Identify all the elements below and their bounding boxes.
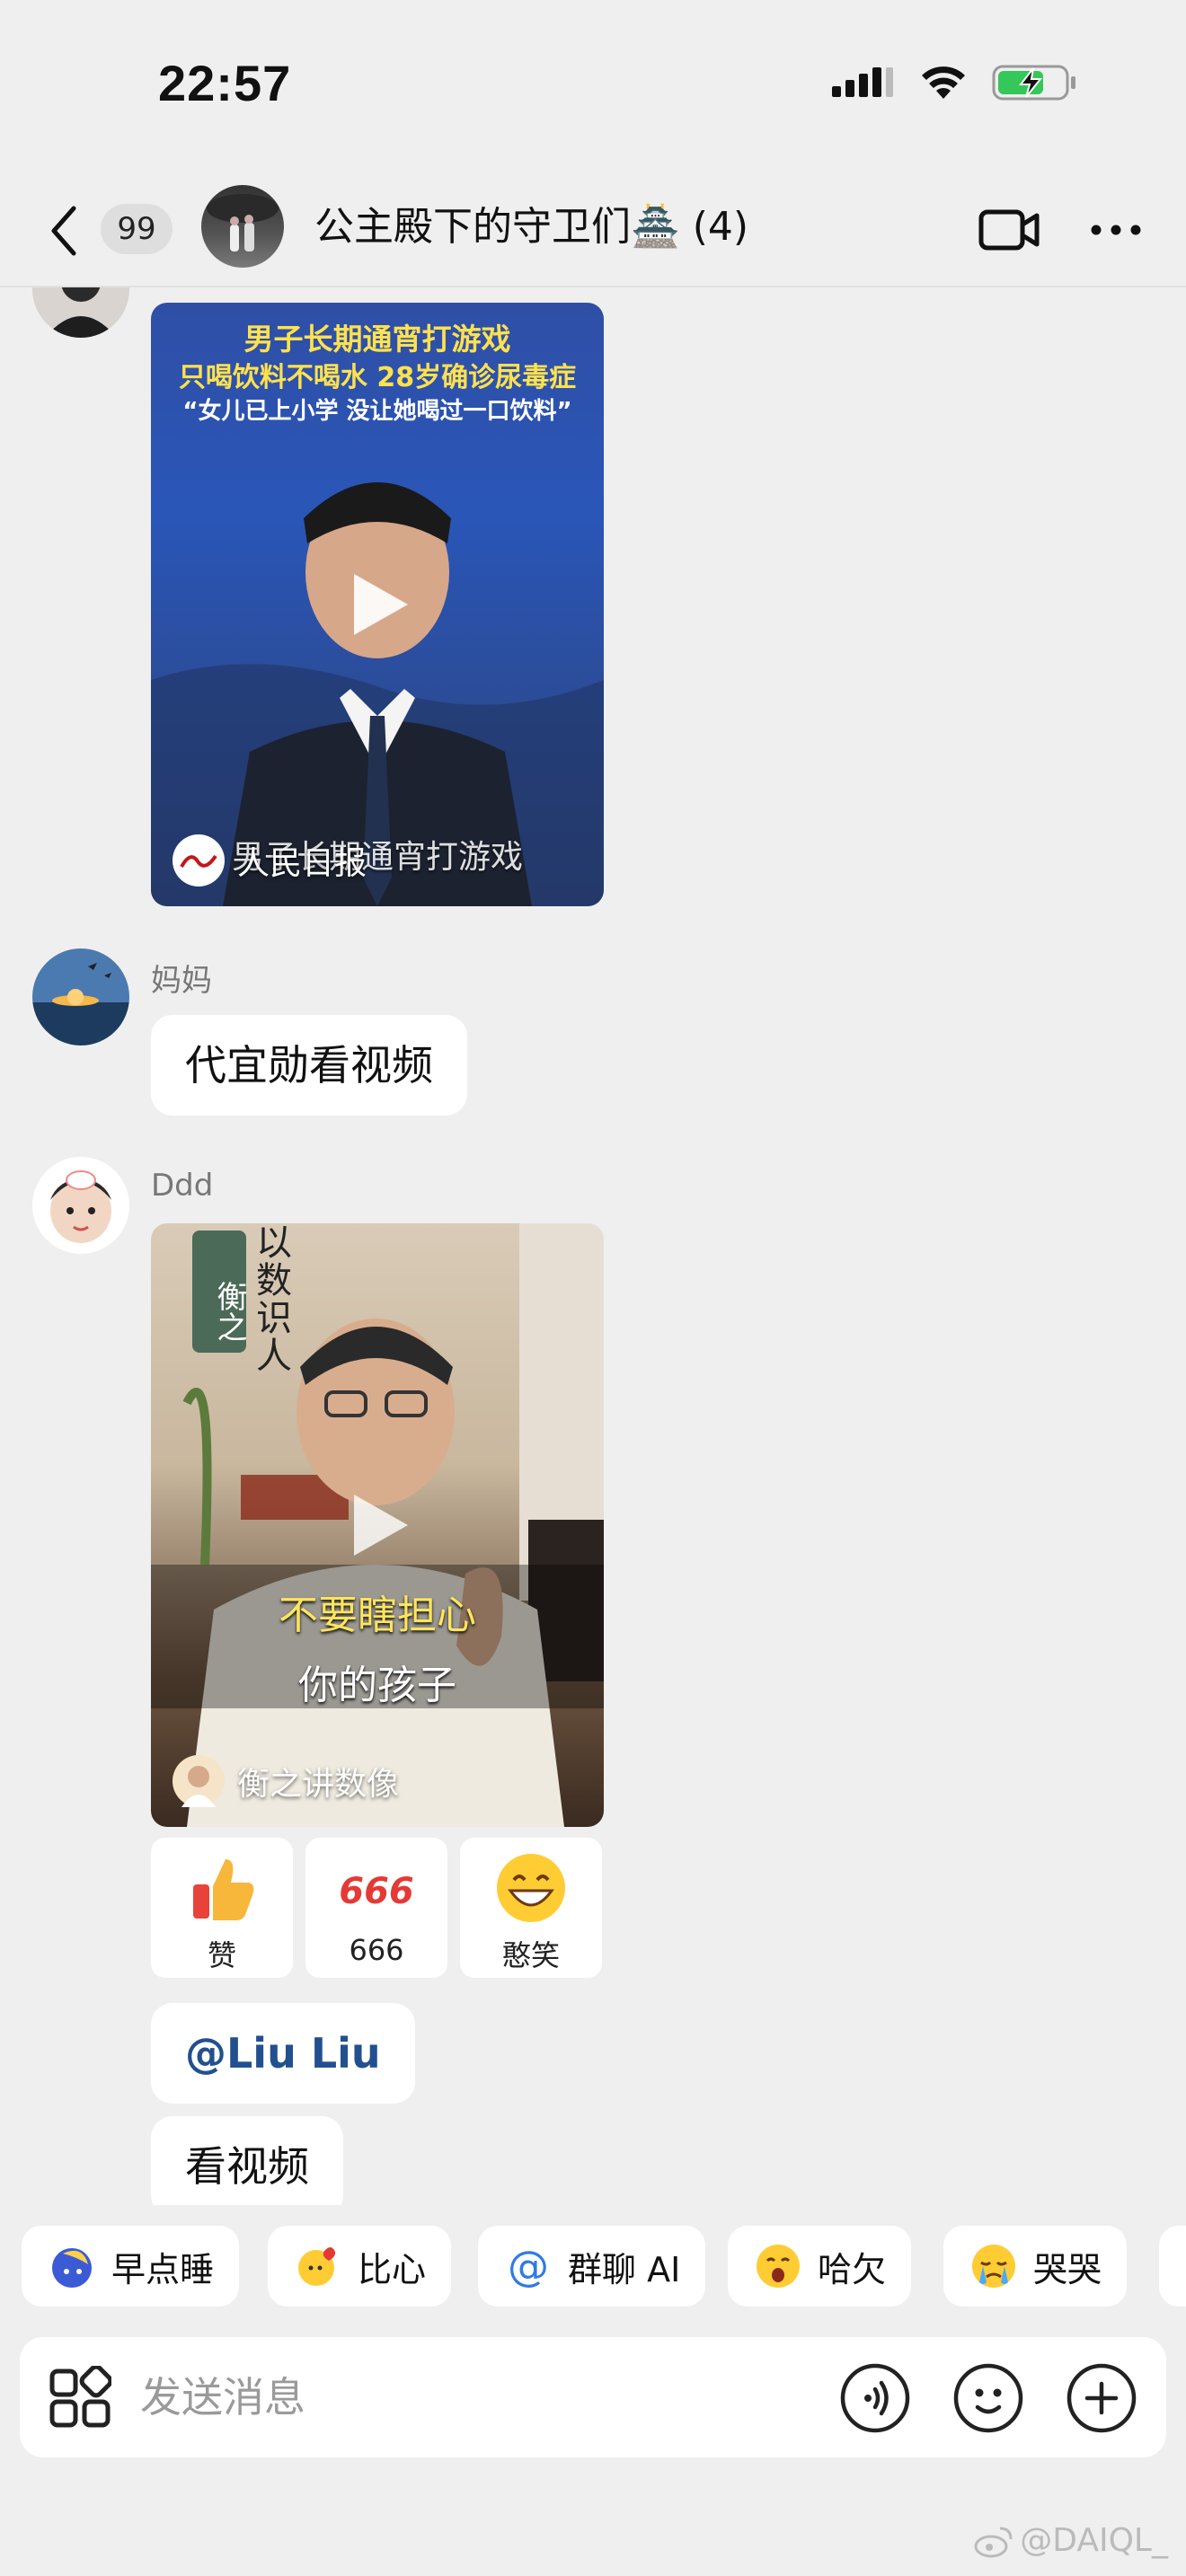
grin-face-icon bbox=[497, 1854, 565, 1922]
thumbs-up-icon bbox=[193, 1859, 254, 1920]
chip-label: 哭哭 bbox=[1033, 2249, 1102, 2289]
quick-reply-more[interactable] bbox=[1159, 2226, 1186, 2307]
chip-label: 比心 bbox=[358, 2249, 427, 2289]
people-daily-logo-icon bbox=[173, 834, 225, 887]
reaction-label: 赞 bbox=[207, 1938, 236, 1972]
video-headline-3: “女儿已上小学 没让她喝过一口饮料” bbox=[182, 398, 572, 425]
channel-avatar-icon bbox=[173, 1755, 225, 1807]
voice-input-icon[interactable] bbox=[839, 2362, 911, 2434]
sleepy-moon-icon bbox=[52, 2248, 92, 2288]
status-bar: 22:57 bbox=[0, 0, 1186, 171]
group-avatar[interactable] bbox=[201, 185, 284, 268]
cellular-signal-icon bbox=[832, 67, 893, 97]
battery-charging-icon bbox=[992, 65, 1075, 101]
weibo-logo-icon bbox=[974, 2527, 1013, 2557]
chat-header: 99 公主殿下的守卫们🏯 (4) bbox=[0, 171, 1186, 287]
play-icon[interactable] bbox=[341, 1489, 413, 1561]
crying-face-icon bbox=[972, 2245, 1015, 2288]
video-message[interactable]: 男子长期通宵打游戏 只喝饮料不喝水 28岁确诊尿毒症 “女儿已上小学 没让她喝过… bbox=[151, 303, 604, 906]
group-title[interactable]: 公主殿下的守卫们🏯 (4) bbox=[314, 198, 748, 257]
apps-grid-icon[interactable] bbox=[49, 2366, 111, 2429]
yawn-face-icon bbox=[757, 2245, 800, 2288]
avatar-ddd[interactable] bbox=[32, 1157, 129, 1254]
watermark: @DAIQL_ bbox=[973, 2522, 1168, 2559]
video-subtitle-2: 你的孩子 bbox=[298, 1663, 456, 1708]
add-plus-icon[interactable] bbox=[1066, 2362, 1137, 2434]
quick-reply-sleep[interactable]: 早点睡 bbox=[22, 2226, 240, 2307]
reaction-label: 憨笑 bbox=[501, 1938, 560, 1972]
chat-messages[interactable]: 男子长期通宵打游戏 只喝饮料不喝水 28岁确诊尿毒症 “女儿已上小学 没让她喝过… bbox=[0, 287, 1186, 2205]
reaction-666-button[interactable]: 666 666 bbox=[305, 1838, 447, 1978]
unread-count-badge[interactable]: 99 bbox=[101, 204, 173, 254]
svg-text:@: @ bbox=[508, 2243, 549, 2289]
quick-reply-group-ai[interactable]: @ 群聊 AI bbox=[478, 2226, 706, 2307]
video-call-icon[interactable] bbox=[978, 203, 1042, 257]
666-icon: 666 bbox=[339, 1871, 414, 1912]
message-bubble[interactable]: 看视频 bbox=[151, 2116, 343, 2205]
mention-bubble[interactable]: @Liu Liu bbox=[151, 2003, 415, 2104]
video-headline-2: 只喝饮料不喝水 28岁确诊尿毒症 bbox=[178, 362, 577, 393]
avatar-mom[interactable] bbox=[32, 948, 129, 1045]
video-source-name: 衡之讲数像 bbox=[237, 1766, 400, 1803]
wifi-icon bbox=[922, 66, 965, 99]
video-headline-1: 男子长期通宵打游戏 bbox=[243, 322, 511, 357]
back-button[interactable] bbox=[43, 201, 88, 260]
at-sign-icon: @ bbox=[508, 2243, 549, 2289]
video-source: 人民日报 bbox=[173, 834, 367, 887]
svg-text:666: 666 bbox=[339, 1871, 414, 1912]
chip-label: 哈欠 bbox=[818, 2249, 887, 2289]
status-icons bbox=[832, 63, 1078, 102]
emoji-icon[interactable] bbox=[952, 2362, 1024, 2434]
sender-name: 妈妈 bbox=[151, 963, 212, 999]
reaction-grin-button[interactable]: 憨笑 bbox=[460, 1838, 602, 1978]
reaction-label: 666 bbox=[349, 1933, 404, 1967]
chip-label: 群聊 AI bbox=[568, 2249, 681, 2289]
quick-reply-heart[interactable]: 比心 bbox=[268, 2226, 452, 2307]
video-source: 衡之讲数像 bbox=[173, 1755, 399, 1807]
video-source-name: 人民日报 bbox=[237, 845, 367, 882]
play-icon[interactable] bbox=[341, 569, 413, 640]
brand-tag: 衡之 bbox=[192, 1231, 247, 1353]
reaction-like-button[interactable]: 赞 bbox=[151, 1838, 293, 1978]
message-input[interactable] bbox=[140, 2364, 823, 2430]
quick-reply-yawn[interactable]: 哈欠 bbox=[728, 2226, 912, 2307]
more-options-icon[interactable] bbox=[1087, 203, 1145, 257]
vertical-title: 以数识人 bbox=[250, 1223, 291, 1374]
message-bubble[interactable]: 代宜勋看视频 bbox=[151, 1015, 467, 1116]
sender-name: Ddd bbox=[151, 1168, 214, 1204]
heart-hands-icon bbox=[298, 2247, 336, 2286]
avatar[interactable] bbox=[32, 287, 129, 338]
video-message[interactable]: 衡之 以数识人 不要瞎担心 你的孩子 衡之讲数像 bbox=[151, 1223, 604, 1827]
brand-text: 衡之 bbox=[211, 1281, 247, 1342]
message-input-bar bbox=[20, 2337, 1166, 2457]
video-subtitle-1: 不要瞎担心 bbox=[279, 1592, 476, 1638]
watermark-text: @DAIQL_ bbox=[1020, 2522, 1168, 2559]
quick-reply-bar: 早点睡 比心 @ 群聊 AI 哈欠 哭哭 bbox=[0, 2226, 1186, 2308]
chip-label: 早点睡 bbox=[111, 2249, 215, 2289]
quick-reply-cry[interactable]: 哭哭 bbox=[943, 2226, 1128, 2307]
status-time: 22:57 bbox=[158, 55, 292, 111]
